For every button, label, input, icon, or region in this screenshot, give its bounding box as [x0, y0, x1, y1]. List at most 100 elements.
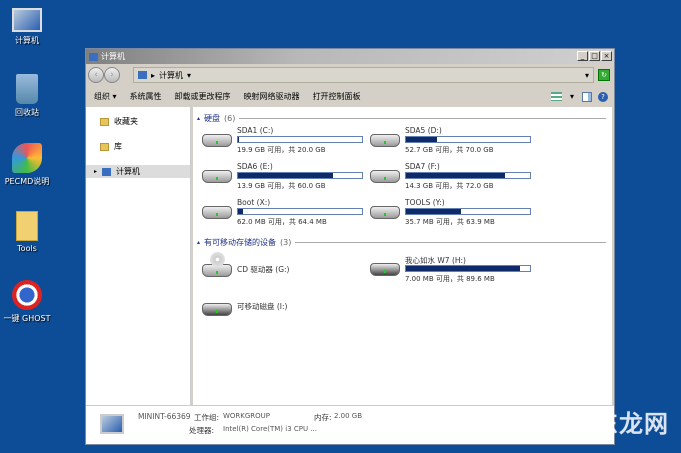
- preview-pane-icon[interactable]: [582, 91, 592, 102]
- uninstall-button[interactable]: 卸载或更改程序: [175, 91, 231, 102]
- back-button[interactable]: ‹: [88, 67, 104, 83]
- hard-disk-icon: [370, 206, 400, 219]
- workgroup-label: 工作组:: [194, 413, 220, 422]
- folder-icon: [16, 211, 38, 241]
- address-bar[interactable]: ▸ 计算机 ▾ ▾: [133, 67, 594, 83]
- ghost-icon: [12, 280, 42, 310]
- memory-label: 内存:: [314, 413, 332, 422]
- desktop-icon-computer[interactable]: 计算机: [0, 8, 54, 46]
- view-options-icon[interactable]: [551, 92, 562, 101]
- hard-disk-icon: [370, 170, 400, 183]
- drive-info: 14.3 GB 可用，共 72.0 GB: [405, 182, 494, 190]
- help-icon[interactable]: ?: [598, 91, 608, 102]
- chevron-right-icon: ▸: [151, 70, 156, 80]
- refresh-button[interactable]: ↻: [598, 69, 610, 81]
- hard-disk-icon: [202, 170, 232, 183]
- group-count: (3): [280, 238, 292, 247]
- drive-removable-i[interactable]: 可移动磁盘 (I:): [199, 293, 369, 327]
- drive-item[interactable]: SDA7 (F:) 14.3 GB 可用，共 72.0 GB: [367, 160, 537, 194]
- control-panel-button[interactable]: 打开控制面板: [313, 91, 361, 102]
- chevron-down-icon[interactable]: ▾: [570, 92, 574, 101]
- computer-icon: [12, 8, 42, 32]
- desktop-icon-pecmd[interactable]: PECMD说明: [0, 143, 54, 187]
- drive-item[interactable]: TOOLS (Y:) 35.7 MB 可用，共 63.9 MB: [367, 196, 537, 230]
- drive-cd-g[interactable]: CD 驱动器 (G:): [199, 250, 369, 284]
- collapse-icon: ▴: [197, 239, 201, 246]
- desktop-icon-recycle-bin[interactable]: 回收站: [0, 74, 54, 118]
- drive-h[interactable]: 我心如水 W7 (H:) 7.00 MB 可用，共 89.6 MB: [367, 253, 537, 287]
- drive-usage-bar: [405, 208, 531, 215]
- drive-info: 35.7 MB 可用，共 63.9 MB: [405, 218, 495, 226]
- drive-name: CD 驱动器 (G:): [237, 265, 290, 274]
- removable-disk-icon: [202, 303, 232, 316]
- organize-button[interactable]: 组织 ▾: [94, 91, 117, 102]
- close-button[interactable]: ×: [601, 51, 612, 61]
- content-pane: ▴ 硬盘 (6) SDA1 (C:) 19.9 GB 可用，共 20.0 GB SD…: [193, 107, 612, 405]
- divider: [295, 242, 606, 243]
- drive-item[interactable]: SDA5 (D:) 52.7 GB 可用，共 70.0 GB: [367, 124, 537, 158]
- command-bar: 组织 ▾ 系统属性 卸载或更改程序 映射网络驱动器 打开控制面板 ▾ ?: [86, 86, 614, 107]
- library-icon: [100, 142, 109, 151]
- nav-computer[interactable]: ▸ 计算机: [86, 165, 190, 178]
- drive-info: 62.0 MB 可用，共 64.4 MB: [237, 218, 327, 226]
- address-bar-row: ‹ › ▸ 计算机 ▾ ▾ ↻: [86, 64, 614, 86]
- divider: [239, 118, 606, 119]
- group-header-removable[interactable]: ▴ 有可移动存储的设备 (3): [197, 237, 606, 248]
- navigation-pane: 收藏夹 库 ▸ 计算机: [86, 107, 191, 405]
- hard-disk-icon: [202, 206, 232, 219]
- drive-name: SDA1 (C:): [237, 126, 274, 135]
- group-header-hdd[interactable]: ▴ 硬盘 (6): [197, 113, 606, 124]
- label: PECMD说明: [4, 177, 50, 186]
- forward-button[interactable]: ›: [104, 67, 120, 83]
- desktop-icon-tools[interactable]: Tools: [0, 211, 54, 253]
- watermark: 广东龙网: [569, 410, 669, 438]
- drive-name: Boot (X:): [237, 198, 271, 207]
- history-dropdown-icon[interactable]: ▾: [585, 71, 589, 80]
- label: 回收站: [15, 108, 39, 117]
- drive-info: 19.9 GB 可用，共 20.0 GB: [237, 146, 326, 154]
- drive-info: 13.9 GB 可用，共 60.0 GB: [237, 182, 326, 190]
- maximize-button[interactable]: □: [589, 51, 600, 61]
- label: 一键 GHOST: [3, 314, 51, 323]
- memory-value: 2.00 GB: [334, 412, 363, 420]
- nav-libraries[interactable]: 库: [86, 140, 190, 153]
- chevron-down-icon[interactable]: ▾: [187, 71, 191, 80]
- group-title: 硬盘: [204, 114, 221, 123]
- workgroup-value: WORKGROUP: [223, 412, 271, 420]
- system-properties-button[interactable]: 系统属性: [130, 91, 162, 102]
- drive-item[interactable]: SDA6 (E:) 13.9 GB 可用，共 60.0 GB: [199, 160, 369, 194]
- hard-disk-icon: [370, 134, 400, 147]
- computer-icon: [100, 414, 124, 434]
- drive-name: TOOLS (Y:): [405, 198, 445, 207]
- nav-label: 计算机: [116, 167, 141, 176]
- pecmd-icon: [12, 143, 42, 173]
- computer-icon: [102, 167, 112, 176]
- nav-label: 库: [114, 142, 122, 151]
- computer-name: MININT-66369: [138, 412, 191, 421]
- drive-item[interactable]: Boot (X:) 62.0 MB 可用，共 64.4 MB: [199, 196, 369, 230]
- nav-label: 收藏夹: [114, 117, 138, 126]
- window-title: 计算机: [101, 52, 125, 61]
- computer-icon: [89, 52, 98, 61]
- group-count: (6): [224, 114, 236, 123]
- minimize-button[interactable]: _: [577, 51, 588, 61]
- nav-favorites[interactable]: 收藏夹: [86, 115, 190, 128]
- label: 计算机: [15, 36, 39, 45]
- hard-disk-icon: [202, 134, 232, 147]
- drive-info: 52.7 GB 可用，共 70.0 GB: [405, 146, 494, 154]
- drive-usage-bar: [237, 136, 363, 143]
- drive-usage-bar: [405, 136, 531, 143]
- desktop-icon-ghost[interactable]: 一键 GHOST: [0, 280, 54, 324]
- drive-usage-bar: [237, 172, 363, 179]
- drive-name: SDA7 (F:): [405, 162, 440, 171]
- drive-info: 7.00 MB 可用，共 89.6 MB: [405, 275, 495, 283]
- map-drive-button[interactable]: 映射网络驱动器: [244, 91, 300, 102]
- address-path[interactable]: 计算机: [159, 70, 183, 81]
- title-bar[interactable]: 计算机: [86, 49, 614, 64]
- drive-item[interactable]: SDA1 (C:) 19.9 GB 可用，共 20.0 GB: [199, 124, 369, 158]
- drive-name: 可移动磁盘 (I:): [237, 302, 288, 311]
- drive-name: SDA6 (E:): [237, 162, 273, 171]
- computer-icon: [138, 71, 147, 79]
- drive-name: SDA5 (D:): [405, 126, 442, 135]
- explorer-window: 计算机 _ □ × ‹ › ▸ 计算机 ▾ ▾ ↻ 组织 ▾ 系统属性 卸载或更…: [85, 48, 615, 445]
